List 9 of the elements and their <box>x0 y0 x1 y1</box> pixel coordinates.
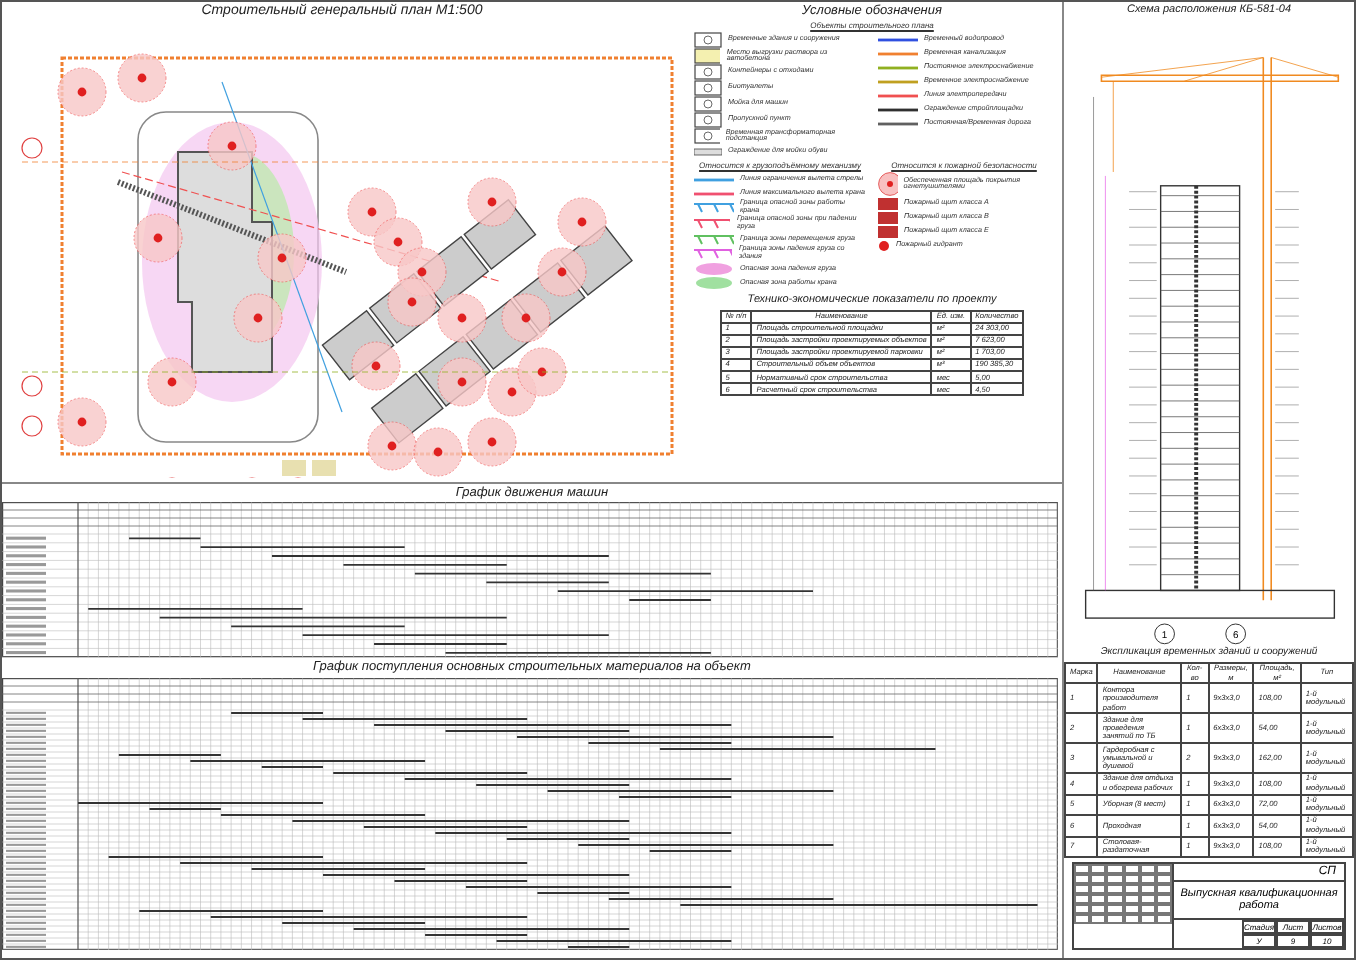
hydrant-icon <box>878 239 890 252</box>
building-symbol-icon <box>694 32 722 49</box>
hatched-strip-icon <box>694 147 722 156</box>
building-symbol-icon <box>694 112 722 129</box>
unloading-area-icon <box>694 48 721 65</box>
building-symbol-icon <box>694 128 720 145</box>
building-symbol-icon <box>694 64 722 81</box>
building-symbol-icon <box>694 80 722 97</box>
building-symbol-icon <box>694 96 722 113</box>
